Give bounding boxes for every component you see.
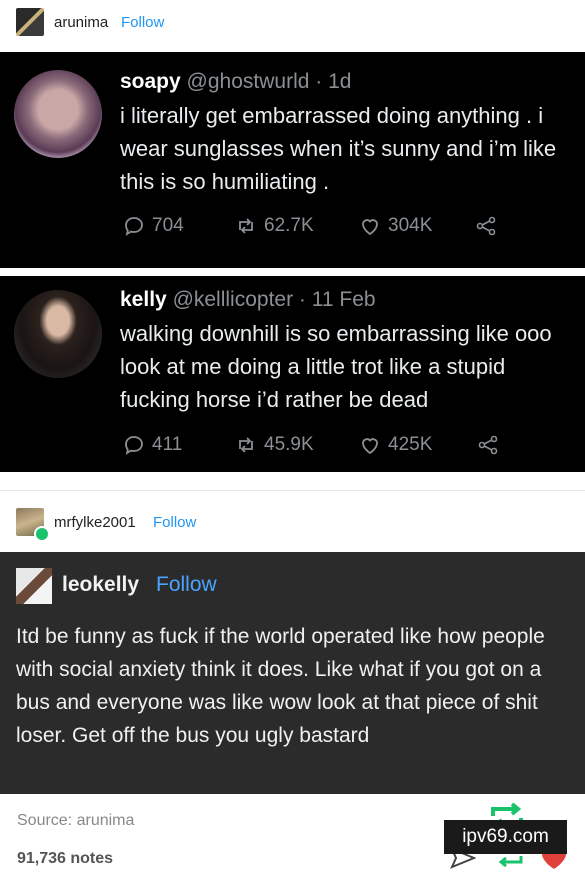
reply-stat[interactable]: 704 [122, 214, 184, 238]
handle-time: @kelllicopter · 11 Feb [172, 288, 376, 311]
retweet-stat[interactable]: 62.7K [234, 214, 314, 238]
retweet-icon [239, 218, 253, 234]
follow-button[interactable]: Follow [121, 14, 164, 31]
heart-icon [362, 219, 378, 236]
reply-count: 411 [152, 434, 183, 455]
reply-icon [125, 217, 143, 236]
display-name[interactable]: kelly [120, 288, 167, 311]
share-stat[interactable] [476, 433, 500, 457]
post-header-arunima: arunima Follow [0, 0, 585, 46]
reply-count: 704 [152, 215, 184, 236]
retweet-count: 45.9K [264, 434, 314, 455]
like-count: 304K [388, 215, 433, 236]
retweet-stat[interactable]: 45.9K [234, 433, 314, 457]
username[interactable]: arunima [54, 14, 108, 31]
tweet-text: walking downhill is so embarrassing like… [120, 321, 552, 412]
divider [0, 268, 585, 276]
like-count: 425K [388, 434, 433, 455]
follow-button[interactable]: Follow [153, 514, 196, 531]
notes-count[interactable]: 91,736 notes [17, 850, 113, 868]
share-icon [478, 435, 498, 455]
like-stat[interactable]: 425K [358, 433, 432, 457]
avatar[interactable] [16, 568, 52, 604]
heart-icon [362, 438, 378, 455]
status-badge [34, 526, 50, 542]
display-name[interactable]: soapy [120, 70, 181, 93]
avatar[interactable] [14, 70, 102, 158]
quoted-post: leokelly Follow Itd be funny as fuck if … [0, 552, 585, 794]
post-footer: Source: arunima 91,736 notes ipv69.com [0, 794, 585, 878]
handle-time: @ghostwurld · 1d [186, 70, 352, 93]
reply-stat[interactable]: 411 [122, 433, 182, 457]
tweet-text: i literally get embarrassed doing anythi… [120, 103, 557, 194]
divider [0, 490, 585, 491]
retweet-count: 62.7K [264, 215, 314, 236]
reply-icon [125, 436, 143, 455]
retweet-icon [239, 437, 253, 453]
avatar[interactable] [14, 290, 102, 378]
watermark: ipv69.com [444, 820, 567, 854]
share-icon [476, 216, 496, 236]
post-header-mrfylke2001: mrfylke2001 Follow [0, 498, 585, 550]
source-link[interactable]: Source: arunima [17, 812, 134, 830]
like-stat[interactable]: 304K [358, 214, 432, 238]
tweet-card-soapy: soapy @ghostwurld · 1d i literally get e… [0, 52, 585, 268]
follow-button[interactable]: Follow [156, 573, 217, 597]
avatar[interactable] [16, 8, 44, 36]
tweet-card-kelly: kelly @kelllicopter · 11 Feb walking dow… [0, 276, 585, 472]
post-text: Itd be funny as fuck if the world operat… [16, 625, 545, 747]
username[interactable]: mrfylke2001 [54, 514, 136, 531]
username[interactable]: leokelly [62, 573, 139, 597]
share-stat[interactable] [474, 214, 498, 238]
